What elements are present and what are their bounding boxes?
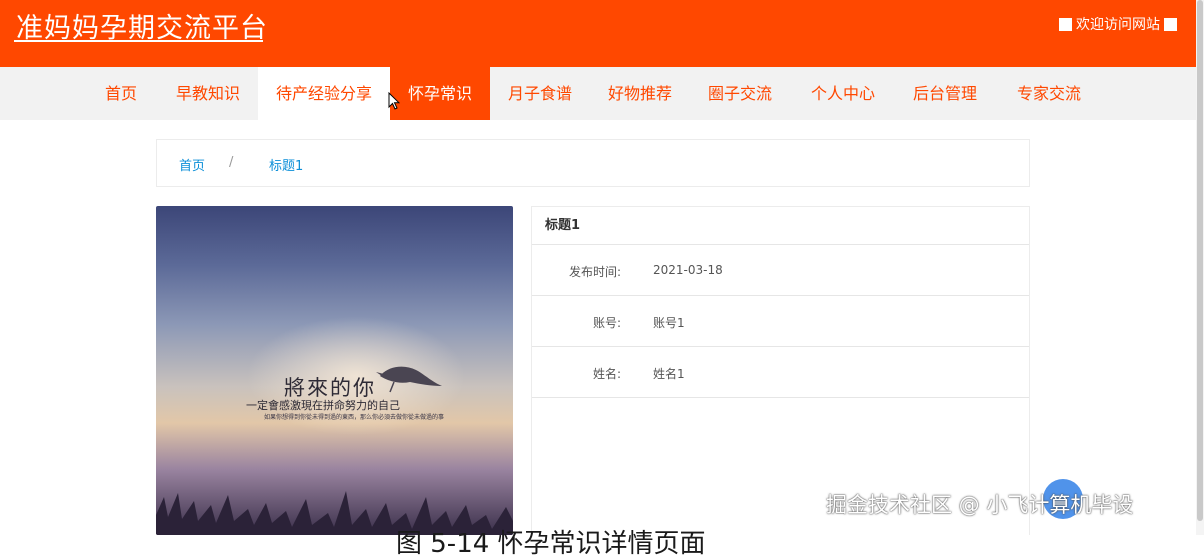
image-fine-print: 如果你想得到你從未得到過的東西，那么你必須去做你從未做過的事 [264,414,445,421]
detail-value: 账号1 [653,316,685,330]
detail-title: 标题1 [532,207,1029,245]
detail-panel: 标题1 发布时间: 2021-03-18 账号: 账号1 姓名: 姓名1 [531,206,1030,535]
breadcrumb-current[interactable]: 标题1 [269,155,303,174]
nav-item-birth-experience[interactable]: 待产经验分享 [258,67,390,120]
square-icon [1059,17,1072,31]
nav-item-confinement-recipes[interactable]: 月子食谱 [500,67,580,120]
nav-item-recommendations[interactable]: 好物推荐 [600,67,680,120]
breadcrumb-separator: / [229,155,234,170]
breadcrumb: 首页 / 标题1 [156,139,1030,187]
detail-value: 姓名1 [653,367,685,381]
breadcrumb-home-link[interactable]: 首页 [179,155,205,174]
nav-item-admin[interactable]: 后台管理 [905,67,985,120]
detail-label: 姓名: [592,367,621,381]
welcome-area: 欢迎访问网站 [1059,14,1177,34]
mouse-cursor-icon [388,92,400,110]
detail-value: 2021-03-18 [653,263,723,277]
detail-row-publish-time: 发布时间: 2021-03-18 [532,245,1029,296]
nav-item-home[interactable]: 首页 [92,67,150,120]
detail-row-account: 账号: 账号1 [532,296,1029,347]
site-title-underline [14,40,263,42]
detail-label: 发布时间: [568,265,621,279]
nav-item-personal-center[interactable]: 个人中心 [803,67,883,120]
nav-item-expert-exchange[interactable]: 专家交流 [1009,67,1089,120]
watermark-text: 掘金技术社区 @ 小飞计算机毕设 [826,493,1134,517]
detail-row-name: 姓名: 姓名1 [532,347,1029,398]
bird-illustration [376,366,442,393]
article-image: 將來的你 一定會感激現在拼命努力的自己 如果你想得到你從未得到過的東西，那么你必… [156,206,513,535]
page-scrollbar-thumb[interactable] [1197,0,1203,521]
image-subtitle-text: 一定會感激現在拼命努力的自己 [246,399,400,412]
square-icon [1164,17,1177,31]
site-header: 准妈妈孕期交流平台 欢迎访问网站 [0,0,1204,67]
nav-item-early-education[interactable]: 早教知识 [168,67,248,120]
nav-item-circle-exchange[interactable]: 圈子交流 [700,67,780,120]
main-nav: 首页 早教知识 待产经验分享 怀孕常识 月子食谱 好物推荐 圈子交流 个人中心 … [0,67,1196,120]
nav-item-pregnancy-knowledge[interactable]: 怀孕常识 [390,67,490,120]
welcome-text[interactable]: 欢迎访问网站 [1076,14,1160,34]
detail-label: 账号: [592,316,621,330]
figure-caption: 图 5-14 怀孕常识详情页面 [396,529,706,559]
